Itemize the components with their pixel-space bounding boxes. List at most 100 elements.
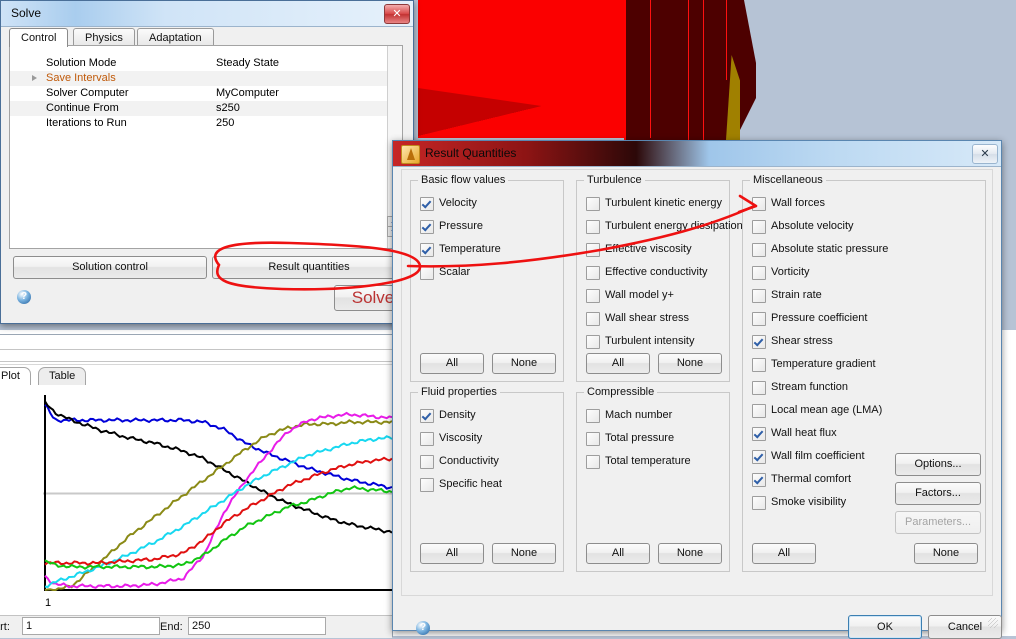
checkbox-icon[interactable] — [586, 243, 600, 257]
property-name: Save Intervals — [46, 72, 116, 84]
checkbox-icon[interactable] — [752, 496, 766, 510]
checkbox-label: Total pressure — [605, 432, 675, 444]
checkbox-label: Effective viscosity — [605, 243, 692, 255]
checkbox-label: Scalar — [439, 266, 471, 278]
end-input[interactable] — [188, 617, 326, 635]
checkbox-icon[interactable] — [420, 243, 434, 257]
result-quantities-button[interactable]: Result quantities — [212, 256, 406, 279]
checkbox-icon[interactable] — [752, 220, 766, 234]
none-button-turbulence[interactable]: None — [658, 353, 722, 374]
none-button-fluid-properties[interactable]: None — [492, 543, 556, 564]
plot-divider — [0, 361, 392, 362]
checkbox-icon[interactable] — [586, 220, 600, 234]
checkbox-icon[interactable] — [752, 358, 766, 372]
checkbox-icon[interactable] — [752, 289, 766, 303]
expand-triangle-icon[interactable] — [32, 75, 37, 81]
solve-titlebar[interactable]: Solve ✕ — [1, 1, 413, 27]
tab-plot[interactable]: Plot — [0, 367, 31, 385]
property-row[interactable]: Iterations to Run 250 — [10, 116, 388, 131]
all-button-turbulence[interactable]: All — [586, 353, 650, 374]
none-button-compressible[interactable]: None — [658, 543, 722, 564]
tab-control[interactable]: Control — [9, 28, 69, 47]
solution-control-button[interactable]: Solution control — [13, 256, 207, 279]
checkbox-icon[interactable] — [752, 427, 766, 441]
checkbox-icon[interactable] — [752, 243, 766, 257]
close-icon[interactable]: ✕ — [384, 4, 410, 24]
checkbox-icon[interactable] — [420, 478, 434, 492]
chart-series-magenta — [44, 411, 393, 589]
property-value[interactable]: 250 — [216, 116, 234, 131]
group-title: Miscellaneous — [750, 174, 826, 186]
all-button-fluid-properties[interactable]: All — [420, 543, 484, 564]
ok-button[interactable]: OK — [848, 615, 922, 639]
model-edge-line — [650, 0, 651, 138]
checkbox-icon[interactable] — [752, 312, 766, 326]
help-icon[interactable]: ? — [416, 621, 430, 635]
solve-property-grid[interactable]: Solution Mode Steady State Save Intervals S… — [9, 45, 403, 249]
checkbox-icon[interactable] — [752, 404, 766, 418]
close-icon[interactable]: ✕ — [972, 144, 998, 164]
property-row[interactable]: Continue From s250 — [10, 101, 388, 116]
checkbox-icon[interactable] — [586, 432, 600, 446]
property-row[interactable]: Save Intervals — [10, 71, 388, 86]
side-button-factors[interactable]: Factors... — [895, 482, 981, 505]
side-button-options[interactable]: Options... — [895, 453, 981, 476]
help-icon[interactable]: ? — [17, 290, 31, 304]
checkbox-label: Mach number — [605, 409, 673, 421]
start-input[interactable] — [22, 617, 160, 635]
result-quantities-body: Basic flow values Velocity Pressure Tempera… — [401, 169, 1002, 639]
checkbox-icon[interactable] — [752, 473, 766, 487]
residual-chart[interactable]: 1 — [0, 385, 393, 615]
result-quantities-titlebar[interactable]: Result Quantities ✕ — [393, 141, 1001, 167]
checkbox-label: Density — [439, 409, 476, 421]
checkbox-label: Conductivity — [439, 455, 499, 467]
tab-control-label: Control — [21, 32, 57, 44]
chart-series-red — [44, 456, 393, 566]
checkbox-icon[interactable] — [420, 409, 434, 423]
group-miscellaneous: Miscellaneous Wall forces Absolute velocit… — [742, 174, 986, 572]
checkbox-icon[interactable] — [752, 266, 766, 280]
checkbox-icon[interactable] — [586, 335, 600, 349]
checkbox-label: Velocity — [439, 197, 477, 209]
checkbox-icon[interactable] — [752, 335, 766, 349]
checkbox-label: Wall film coefficient — [771, 450, 865, 462]
checkbox-icon[interactable] — [586, 197, 600, 211]
checkbox-icon[interactable] — [420, 266, 434, 280]
all-button-basic-flow-values[interactable]: All — [420, 353, 484, 374]
property-value[interactable]: MyComputer — [216, 86, 279, 101]
checkbox-label: Wall forces — [771, 197, 825, 209]
checkbox-icon[interactable] — [420, 197, 434, 211]
checkbox-label: Temperature gradient — [771, 358, 876, 370]
property-value[interactable]: s250 — [216, 101, 240, 116]
property-value[interactable]: Steady State — [216, 56, 279, 71]
checkbox-icon[interactable] — [586, 409, 600, 423]
checkbox-icon[interactable] — [420, 432, 434, 446]
checkbox-label: Effective conductivity — [605, 266, 708, 278]
tab-plot-label: Plot — [1, 370, 20, 382]
residual-plot-panel: Plot Table 1 art: End: — [0, 334, 393, 638]
group-compressible: Compressible Mach number Total pressure Tot… — [576, 386, 730, 572]
checkbox-icon[interactable] — [586, 289, 600, 303]
checkbox-icon[interactable] — [586, 266, 600, 280]
checkbox-label: Turbulent kinetic energy — [605, 197, 722, 209]
checkbox-icon[interactable] — [752, 197, 766, 211]
none-button-miscellaneous[interactable]: None — [914, 543, 978, 564]
checkbox-icon[interactable] — [420, 220, 434, 234]
all-button-miscellaneous[interactable]: All — [752, 543, 816, 564]
checkbox-icon[interactable] — [752, 450, 766, 464]
resize-grip-icon[interactable] — [988, 618, 998, 628]
result-quantities-title: Result Quantities — [425, 146, 517, 160]
property-name: Iterations to Run — [46, 117, 127, 129]
checkbox-icon[interactable] — [586, 455, 600, 469]
all-button-compressible[interactable]: All — [586, 543, 650, 564]
none-button-basic-flow-values[interactable]: None — [492, 353, 556, 374]
property-row[interactable]: Solution Mode Steady State — [10, 56, 388, 71]
checkbox-icon[interactable] — [420, 455, 434, 469]
checkbox-label: Temperature — [439, 243, 501, 255]
tab-table[interactable]: Table — [38, 367, 87, 385]
result-quantities-dialog: Result Quantities ✕ Basic flow values Vel… — [392, 140, 1002, 639]
property-row[interactable]: Solver Computer MyComputer — [10, 86, 388, 101]
chart-xtick-label: 1 — [45, 597, 51, 609]
checkbox-icon[interactable] — [586, 312, 600, 326]
checkbox-icon[interactable] — [752, 381, 766, 395]
